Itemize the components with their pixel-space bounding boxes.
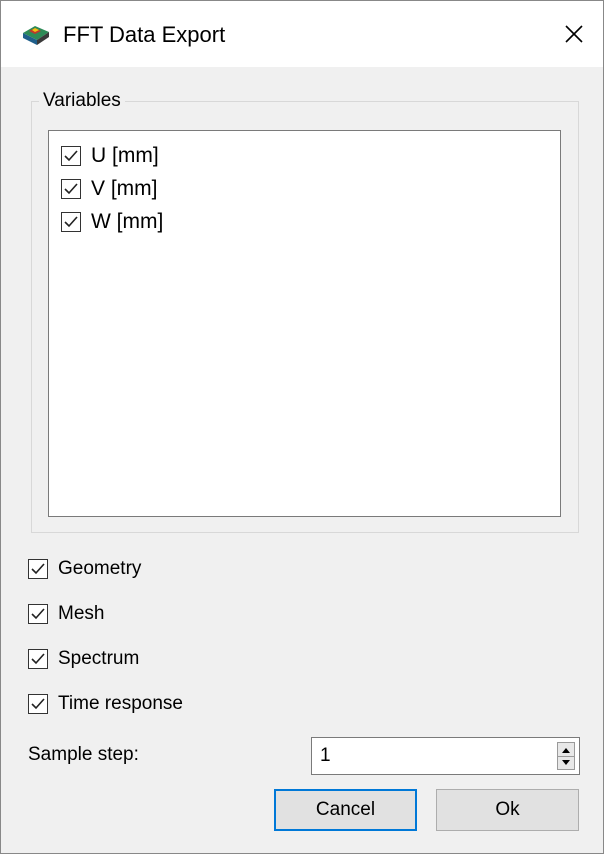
spectrum-option[interactable]: Spectrum <box>28 644 139 674</box>
sample-step-value[interactable]: 1 <box>320 744 331 768</box>
close-button[interactable] <box>545 1 603 67</box>
time-response-checkbox[interactable] <box>28 694 48 714</box>
window-title: FFT Data Export <box>63 22 226 47</box>
cancel-button[interactable]: Cancel <box>274 789 417 831</box>
checkmark-icon <box>31 608 45 620</box>
app-icon <box>23 26 49 45</box>
close-icon <box>565 25 583 43</box>
fft-data-export-dialog: FFT Data Export Variables U [mm] V [mm] <box>0 0 604 854</box>
checkbox-u[interactable] <box>61 146 81 166</box>
list-item-label: V [mm] <box>91 177 158 200</box>
arrow-down-icon <box>562 759 570 765</box>
mesh-option[interactable]: Mesh <box>28 599 104 629</box>
list-item-u[interactable]: U [mm] <box>61 141 159 171</box>
spin-down-button[interactable] <box>558 756 574 769</box>
checkmark-icon <box>31 698 45 710</box>
mesh-label: Mesh <box>58 603 105 624</box>
checkmark-icon <box>64 150 78 162</box>
checkmark-icon <box>31 653 45 665</box>
geometry-label: Geometry <box>58 558 142 579</box>
variables-list[interactable]: U [mm] V [mm] W [mm] <box>48 130 561 517</box>
time-response-option[interactable]: Time response <box>28 689 183 719</box>
sample-step-spinbox[interactable]: 1 <box>311 737 580 775</box>
checkmark-icon <box>31 563 45 575</box>
spin-buttons <box>557 742 575 770</box>
list-item-label: U [mm] <box>91 144 159 167</box>
geometry-option[interactable]: Geometry <box>28 554 141 584</box>
checkbox-v[interactable] <box>61 179 81 199</box>
checkmark-icon <box>64 216 78 228</box>
checkmark-icon <box>64 183 78 195</box>
title-bar: FFT Data Export <box>1 1 603 67</box>
spectrum-label: Spectrum <box>58 648 140 669</box>
geometry-checkbox[interactable] <box>28 559 48 579</box>
variables-legend: Variables <box>39 89 125 113</box>
ok-button[interactable]: Ok <box>436 789 579 831</box>
sample-step-label: Sample step: <box>28 744 139 765</box>
mesh-checkbox[interactable] <box>28 604 48 624</box>
time-response-label: Time response <box>58 693 183 714</box>
list-item-v[interactable]: V [mm] <box>61 174 158 204</box>
spin-up-button[interactable] <box>558 743 574 757</box>
list-item-label: W [mm] <box>91 210 164 233</box>
spectrum-checkbox[interactable] <box>28 649 48 669</box>
arrow-up-icon <box>562 747 570 753</box>
list-item-w[interactable]: W [mm] <box>61 207 163 237</box>
checkbox-w[interactable] <box>61 212 81 232</box>
